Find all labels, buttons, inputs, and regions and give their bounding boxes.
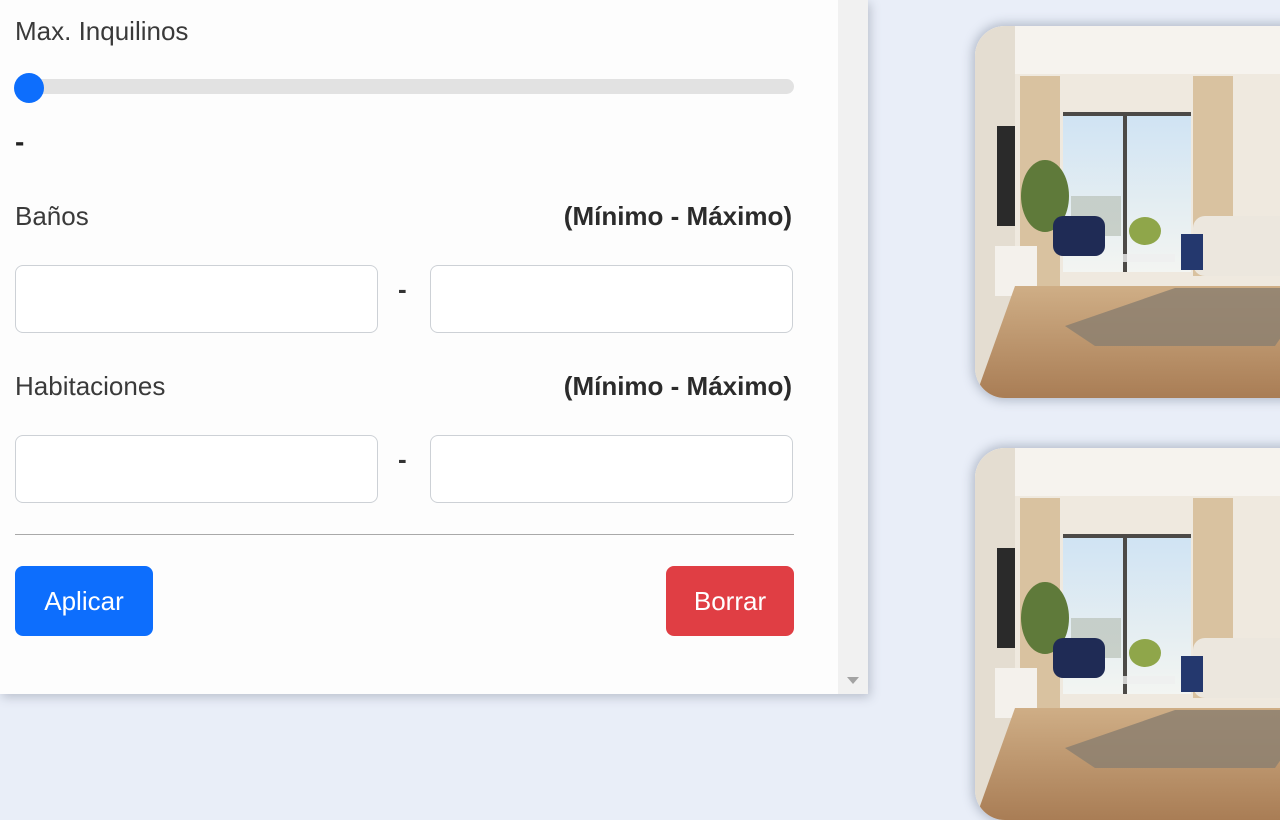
filter-panel: Max. Inquilinos - Baños (Mínimo - Máximo… bbox=[0, 0, 868, 694]
bathrooms-max-input[interactable] bbox=[430, 265, 793, 333]
rooms-range-hint: (Mínimo - Máximo) bbox=[563, 371, 792, 401]
slider-thumb[interactable] bbox=[14, 73, 44, 103]
divider bbox=[15, 534, 794, 535]
scroll-down-arrow-icon[interactable] bbox=[847, 677, 859, 684]
bathrooms-range-separator: - bbox=[398, 274, 407, 304]
rooms-min-input[interactable] bbox=[15, 435, 378, 503]
bathrooms-min-input[interactable] bbox=[15, 265, 378, 333]
rooms-label: Habitaciones bbox=[15, 371, 166, 401]
panel-scrollbar[interactable] bbox=[838, 0, 868, 694]
max-tenants-value: - bbox=[15, 126, 25, 157]
rooms-max-input[interactable] bbox=[430, 435, 793, 503]
max-tenants-slider[interactable] bbox=[14, 73, 794, 103]
listing-photo[interactable] bbox=[975, 448, 1280, 820]
bathrooms-label: Baños bbox=[15, 201, 89, 231]
max-tenants-label: Max. Inquilinos bbox=[15, 16, 189, 46]
living-room-photo bbox=[975, 448, 1280, 820]
clear-button[interactable]: Borrar bbox=[666, 566, 794, 636]
listing-photo[interactable] bbox=[975, 26, 1280, 398]
apply-button[interactable]: Aplicar bbox=[15, 566, 153, 636]
rooms-range-separator: - bbox=[398, 444, 407, 474]
living-room-photo bbox=[975, 26, 1280, 398]
bathrooms-range-hint: (Mínimo - Máximo) bbox=[563, 201, 792, 231]
